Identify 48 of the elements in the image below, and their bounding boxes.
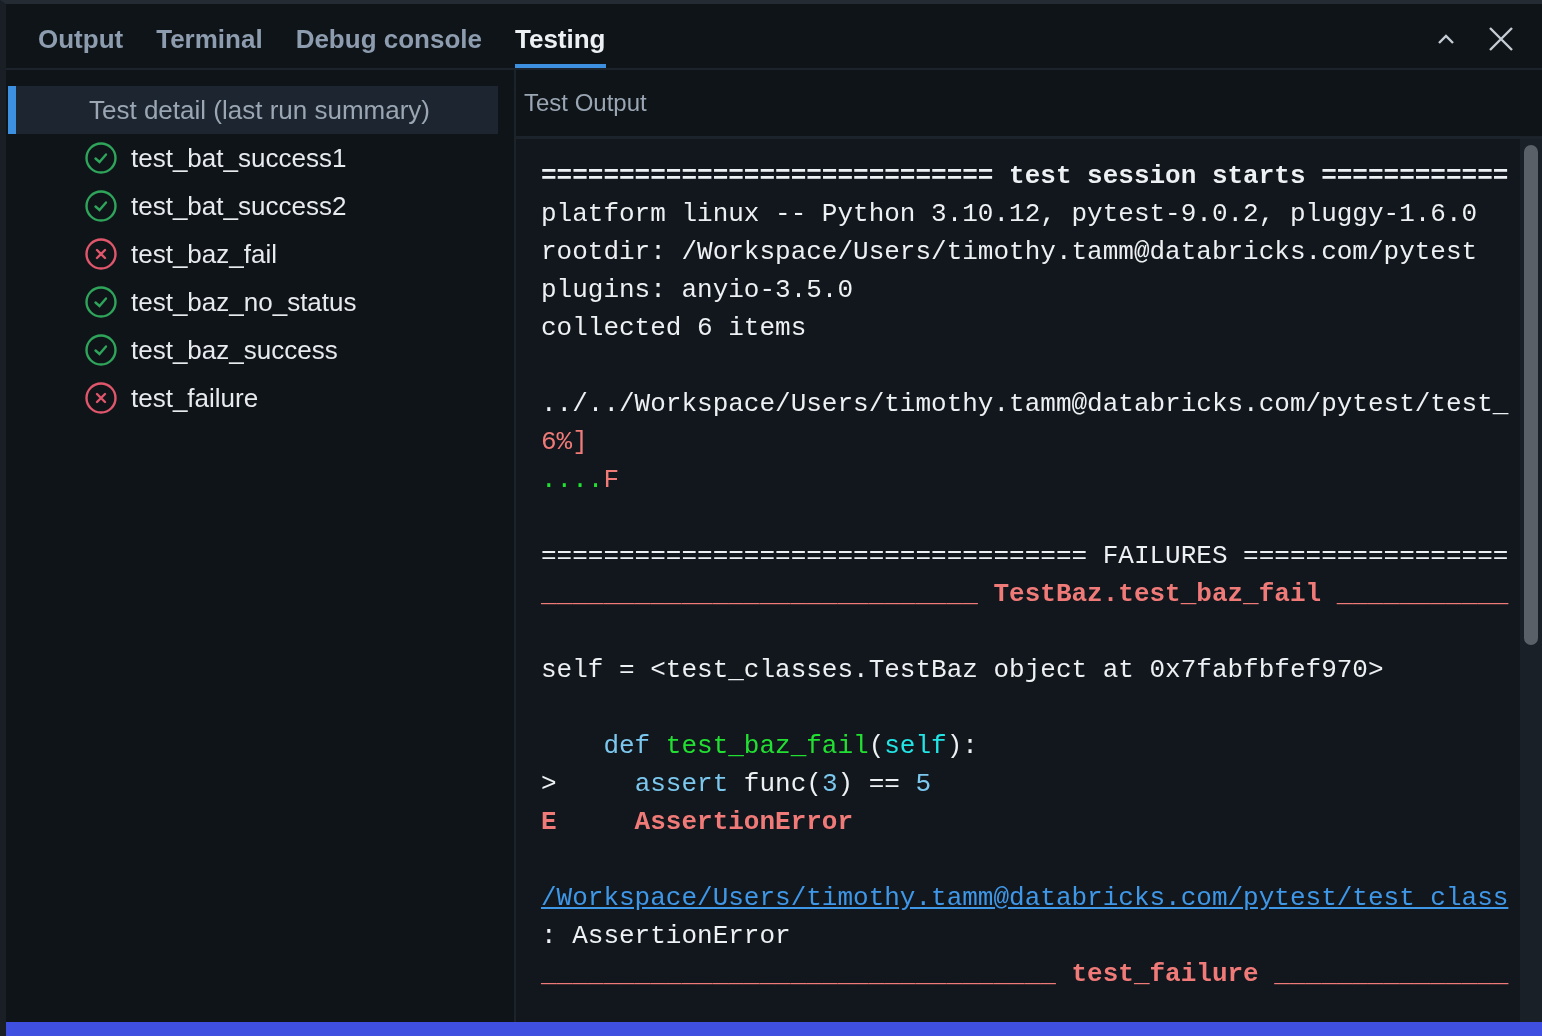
- test-item[interactable]: test_baz_success: [6, 326, 514, 374]
- passed-check-icon: [85, 190, 117, 222]
- error-text: _________________________________ test_failure _______________: [541, 959, 1509, 989]
- test-item[interactable]: test_baz_no_status: [6, 278, 514, 326]
- output-text: >: [541, 769, 558, 799]
- output-text: (: [868, 731, 885, 761]
- error-text: E AssertionError: [541, 807, 854, 837]
- panel-tab[interactable]: Debug console: [295, 4, 482, 68]
- output-text: =================================== FAILURES =================: [541, 541, 1509, 571]
- code-keyword: def: [602, 731, 651, 761]
- output-text: collected 6 items: [541, 313, 807, 343]
- output-text: platform linux -- Python 3.10.12, pytest-9.0.2, pluggy-1.6.0: [541, 199, 1478, 229]
- panel-tab[interactable]: Terminal: [156, 4, 263, 68]
- summary-item[interactable]: Test detail (last run summary): [8, 86, 498, 134]
- output-text: self = <test_classes.TestBaz object at 0x7fabfbfef970>: [541, 655, 1384, 685]
- code-text: self: [884, 731, 947, 761]
- output-text: ============================= test session starts ============: [541, 161, 1509, 191]
- close-icon[interactable]: [1488, 26, 1514, 52]
- output-title: Test Output: [524, 89, 647, 117]
- passed-check-icon: [85, 286, 117, 318]
- scrollbar-thumb[interactable]: [1524, 145, 1538, 645]
- scrollbar[interactable]: [1520, 139, 1542, 1022]
- output-text: rootdir: /Workspace/Users/timothy.tamm@databricks.com/pytest: [541, 237, 1478, 267]
- file-link[interactable]: /Workspace/Users/timothy.tamm@databricks.com/pytest/test_class: [541, 883, 1509, 913]
- output-text: ):: [946, 731, 978, 761]
- failed-x-icon: [85, 382, 117, 414]
- output-text: func(: [742, 769, 822, 799]
- test-item[interactable]: test_bat_success1: [6, 134, 514, 182]
- output-text: F: [603, 465, 620, 495]
- code-keyword: 5: [915, 769, 932, 799]
- test-item[interactable]: test_baz_fail: [6, 230, 514, 278]
- error-text: ____________________________ TestBaz.test_baz_fail ___________: [541, 579, 1509, 609]
- output-text: ) ==: [837, 769, 901, 799]
- test-item[interactable]: test_bat_success2: [6, 182, 514, 230]
- output-text: ../../Workspace/Users/timothy.tamm@databricks.com/pytest/test_: [541, 389, 1509, 419]
- panel-tab[interactable]: Output: [38, 4, 124, 68]
- passed-check-icon: [85, 142, 117, 174]
- output-text: plugins: anyio-3.5.0: [541, 275, 854, 305]
- code-keyword: assert: [634, 769, 729, 799]
- chevron-up-icon[interactable]: [1436, 33, 1456, 45]
- test-item[interactable]: test_failure: [6, 374, 514, 422]
- failed-x-icon: [85, 238, 117, 270]
- output-text: ....: [541, 465, 604, 495]
- output-text: : AssertionError: [541, 921, 791, 951]
- output-text: 6%]: [541, 427, 588, 457]
- output-text: test_baz_fail: [664, 731, 869, 761]
- code-keyword: 3: [821, 769, 838, 799]
- passed-check-icon: [85, 334, 117, 366]
